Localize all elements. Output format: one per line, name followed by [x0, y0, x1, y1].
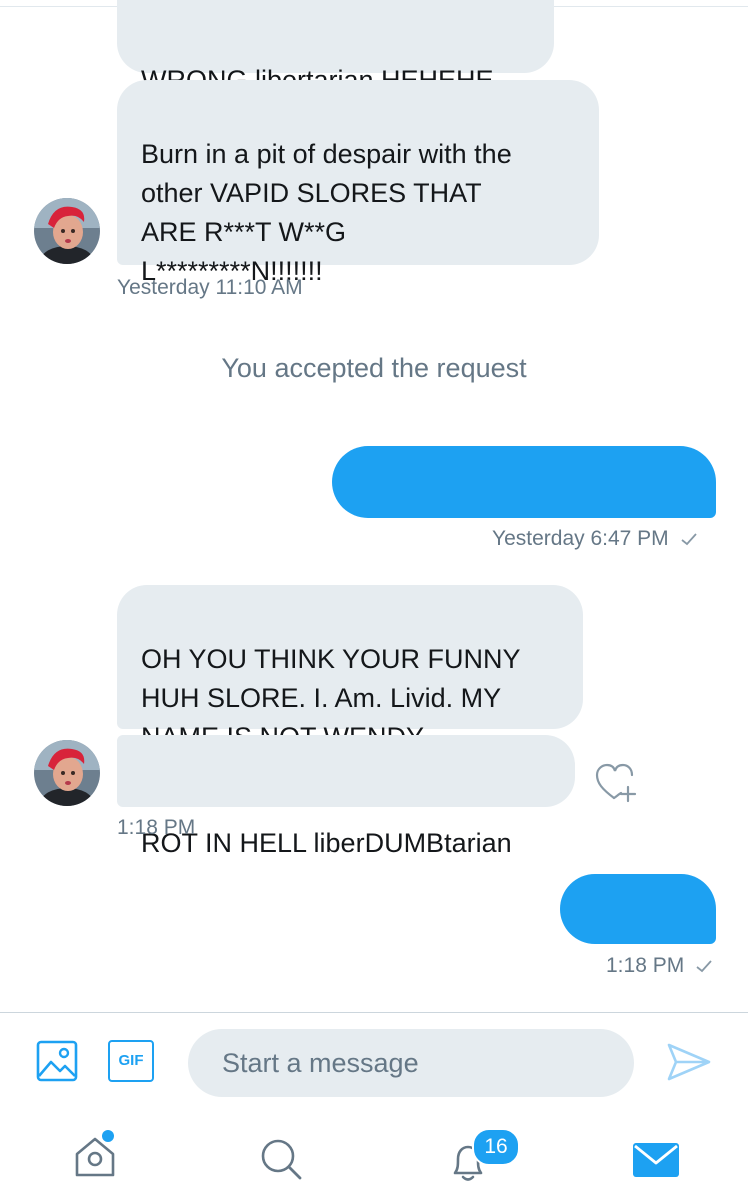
incoming-message-bubble[interactable]: Burn in a pit of despair with the other …	[117, 80, 599, 286]
search-icon[interactable]	[258, 1136, 304, 1187]
incoming-message-bubble[interactable]: WRONG libertarian HEHEHE	[117, 0, 554, 95]
message-text: ROT IN HELL liberDUMBtarian	[141, 828, 512, 858]
notifications-badge: 16	[472, 1128, 520, 1166]
request-accepted-notice: You accepted the request	[221, 353, 527, 383]
message-timestamp-row: Yesterday 6:47 PM	[492, 527, 697, 551]
avatar-image	[34, 198, 100, 264]
sender-avatar[interactable]	[34, 740, 100, 806]
message-timestamp: 1:18 PM	[606, 954, 685, 977]
message-input-placeholder: Start a message	[222, 1048, 419, 1078]
message-timestamp: 1:18 PM	[117, 816, 196, 839]
message-input[interactable]: Start a message	[188, 1029, 634, 1097]
incoming-message-bubble[interactable]: ROT IN HELL liberDUMBtarian	[117, 735, 575, 858]
home-icon[interactable]	[72, 1130, 118, 1185]
composer-divider	[0, 1012, 748, 1013]
message-timestamp: Yesterday 11:10 AM	[117, 276, 303, 299]
heart-plus-icon[interactable]	[594, 762, 638, 809]
envelope-icon[interactable]	[632, 1140, 680, 1185]
gif-icon[interactable]: GIF	[108, 1040, 154, 1082]
image-icon[interactable]	[36, 1040, 78, 1087]
incoming-message-bubble[interactable]: OH YOU THINK YOUR FUNNY HUH SLORE. I. Am…	[117, 585, 583, 752]
sent-check-icon	[680, 533, 697, 546]
gif-label: GIF	[118, 1052, 144, 1069]
outgoing-message-bubble[interactable]: You’re *	[560, 874, 716, 994]
message-text: Burn in a pit of despair with the other …	[141, 139, 512, 286]
sent-check-icon	[696, 960, 712, 973]
message-timestamp: Yesterday 6:47 PM	[492, 527, 669, 550]
avatar-image	[34, 740, 100, 806]
sender-avatar[interactable]	[34, 198, 100, 264]
dm-conversation-screen: WRONG libertarian HEHEHE Burn in a pit o…	[0, 0, 748, 1200]
message-timestamp-row: 1:18 PM	[606, 954, 712, 978]
new-content-dot	[102, 1130, 114, 1142]
outgoing-message-bubble[interactable]: Ma’am, this is a Wendy’s	[332, 446, 716, 569]
send-icon[interactable]	[666, 1042, 712, 1087]
